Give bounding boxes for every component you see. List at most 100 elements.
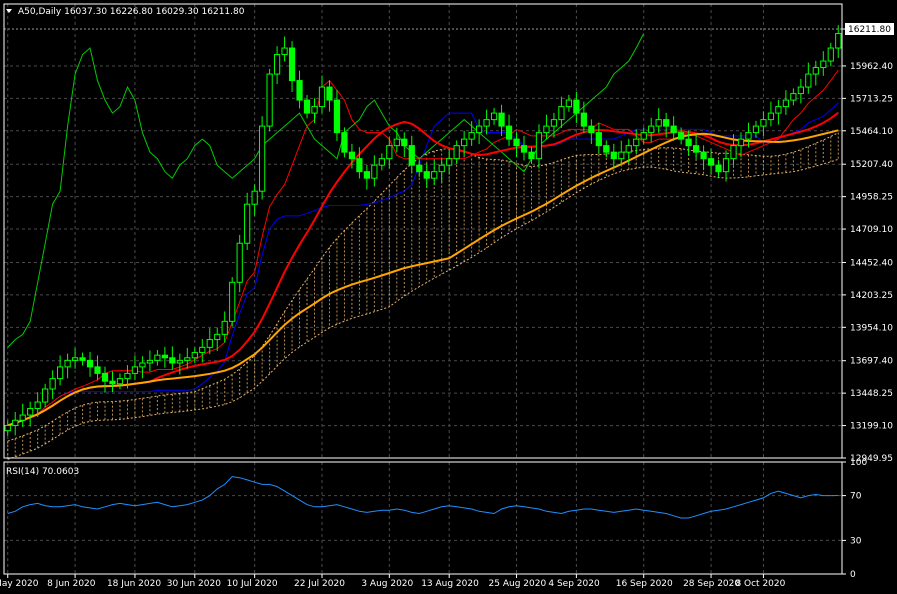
candle-body [610,151,617,160]
candle-body [490,112,498,121]
candle-body [176,359,183,364]
last-price-label: 16211.80 [848,25,891,35]
candle-body [513,138,520,147]
candle-body [588,125,595,134]
candle-body [468,132,475,140]
candle-body [707,158,715,166]
candle-body [303,99,311,114]
date-label: 8 Jun 2020 [47,579,96,589]
candle-body [318,86,326,108]
candle-body [767,112,775,121]
price-tick-label: 15713.25 [850,94,893,104]
candle-body [139,362,146,368]
candle-body [116,378,124,385]
candle-body [191,352,198,359]
candle-body [663,119,670,127]
candle-body [737,138,745,147]
candle-body [543,125,550,134]
candle-body [273,54,281,75]
price-chart[interactable]: 16211.80 15962.40 15713.25 15464.10 15207.40… [0,0,897,594]
candle-body [199,346,206,354]
candle-body [558,106,565,121]
candle-body [438,164,445,173]
candle-body [670,125,677,134]
candle-body [595,132,602,147]
candle-body [49,378,56,390]
candle-body [692,145,700,153]
candle-body [296,80,303,101]
candle-body [333,99,341,134]
candle-body [71,357,79,361]
candle-body [640,132,647,140]
price-tick-label: 14709.10 [850,225,893,235]
candle-body [79,357,86,361]
candle-body [573,99,580,114]
candle-body [752,125,760,134]
candle-body [221,320,228,335]
candle-body [775,106,782,114]
candle-body [820,60,827,69]
candle-body [603,145,610,153]
candle-body [730,145,737,160]
candle-body [580,112,587,127]
candle-body [483,119,490,127]
price-tick-label: 13448.25 [850,389,893,399]
candle-body [56,366,64,380]
date-label: 8 Oct 2020 [735,579,785,589]
candle-body [259,125,266,192]
candle-body [648,125,655,134]
candle-body [715,164,722,173]
candle-body [341,132,348,153]
candle-body [214,333,221,341]
candle-body [827,47,834,62]
price-tick-label: 14452.40 [850,258,893,268]
price-tick-label: 14203.25 [850,291,893,301]
candle-body [34,401,41,410]
candle-body [760,119,767,127]
price-tick-label: 13697.40 [850,357,893,367]
candle-body [498,112,505,127]
candle-body [565,99,573,108]
symbol-header: A50,Daily 16037.30 16226.80 16029.30 162… [18,7,245,17]
price-tick-label: 15207.40 [850,160,893,170]
candle-body [528,151,535,160]
candle-body [423,171,430,179]
date-label: 30 Jun 2020 [167,579,221,589]
candle-body [446,158,453,166]
candle-body [288,47,296,82]
rsi-tick-label: 30 [850,536,862,546]
candle-body [266,73,273,127]
candle-body [206,339,213,348]
candle-body [797,86,804,95]
candle-body [94,366,101,374]
candle-body [311,106,318,114]
rsi-tick-label: 100 [850,458,867,468]
candle-body [124,372,131,380]
candle-body [146,359,154,364]
candle-body [281,47,288,56]
price-tick-label: 13954.10 [850,323,893,333]
candle-body [408,145,415,166]
candle-body [371,164,378,179]
date-label: 25 Aug 2020 [489,579,547,589]
candle-body [655,119,662,127]
candle-body [505,125,513,140]
candle-body [161,354,168,359]
candle-body [236,242,243,283]
candle-body [109,380,116,385]
candle-body [12,419,19,426]
price-tick-label: 15464.10 [850,127,893,137]
candle-body [27,408,34,416]
candle-body [131,366,139,374]
candle-body [835,32,842,49]
candle-body [700,151,707,160]
candle-body [244,203,251,244]
candle-body [326,86,333,101]
candle-body [229,281,236,322]
candle-body [550,119,558,127]
candle-body [625,145,632,153]
rsi-tick-label: 70 [850,492,862,502]
price-tick-label: 13199.10 [850,422,893,432]
date-label: 13 Aug 2020 [421,579,479,589]
candle-body [154,354,161,361]
